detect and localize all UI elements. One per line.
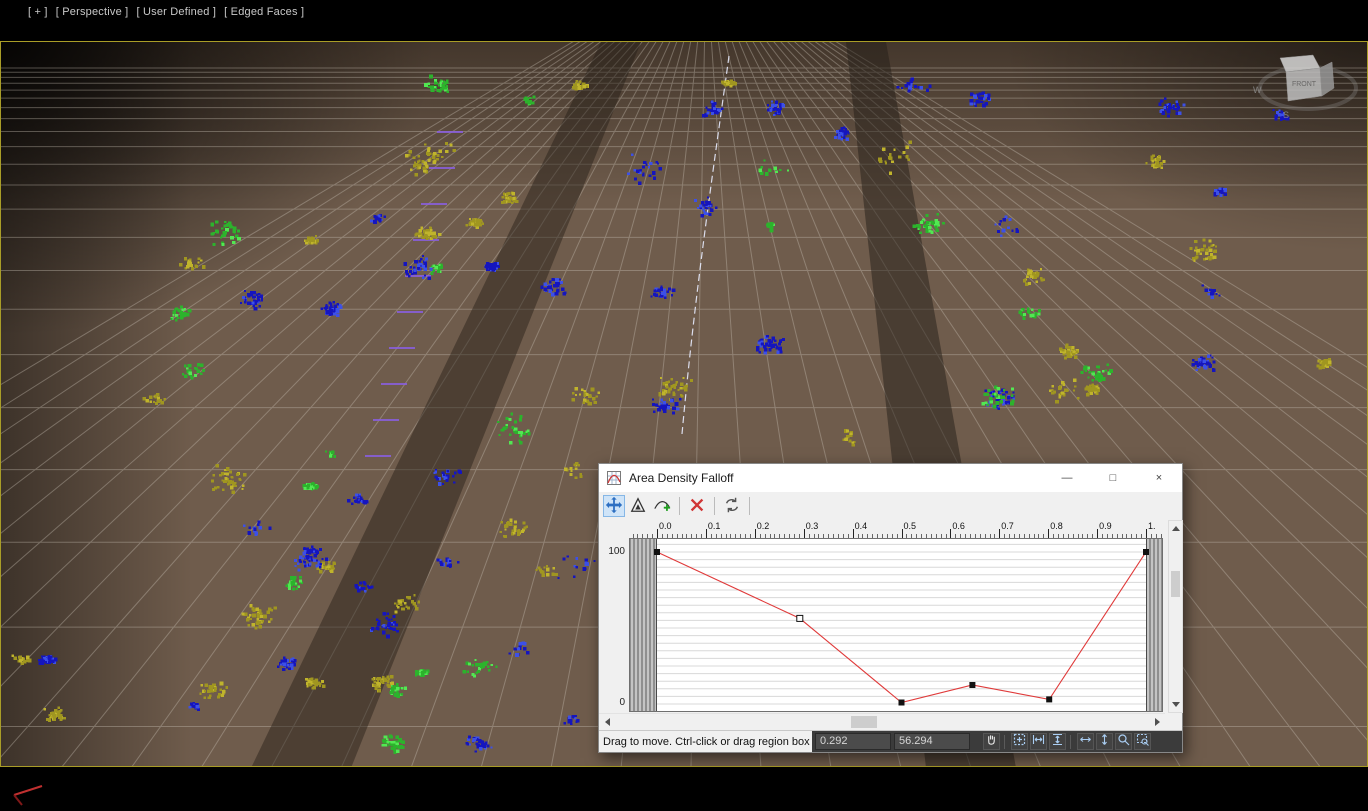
delete-point-button[interactable] <box>686 495 708 517</box>
dialog-statusbar: Drag to move. Ctrl-click or drag region … <box>599 730 1182 752</box>
curve-point-selected[interactable] <box>797 615 803 621</box>
zoom-region-icon <box>1136 733 1149 751</box>
minimize-button[interactable]: — <box>1044 464 1090 492</box>
ruler-label: 0.3 <box>806 521 819 531</box>
zoom-horizontally-button[interactable] <box>1077 733 1094 750</box>
ruler-label: 0.2 <box>757 521 770 531</box>
zoom-extents-button[interactable] <box>1011 733 1028 750</box>
dialog-icon <box>607 471 621 485</box>
zoom-horizontally-icon <box>1079 733 1092 751</box>
toolbar-separator <box>749 497 750 515</box>
ruler-label: 0.4 <box>855 521 868 531</box>
scroll-right-icon[interactable] <box>1149 714 1165 729</box>
vertical-scrollbar[interactable] <box>1168 520 1183 713</box>
toolbar-separator <box>679 497 680 515</box>
ruler-label: 0.6 <box>952 521 965 531</box>
reset-curve-button[interactable] <box>721 495 743 517</box>
world-axis-icon <box>8 769 68 809</box>
zoom-icon <box>1117 733 1130 751</box>
ruler-label: 0.9 <box>1099 521 1112 531</box>
curve-point[interactable] <box>970 683 975 688</box>
status-prompt: Drag to move. Ctrl-click or drag region … <box>603 731 811 754</box>
viewport-menu-lighting[interactable]: [ User Defined ] <box>136 6 216 18</box>
insert-point-button[interactable] <box>651 495 673 517</box>
curve-point[interactable] <box>899 700 904 705</box>
falloff-curve[interactable] <box>629 538 1163 712</box>
zoom-vertically-icon <box>1098 733 1111 751</box>
curve-point[interactable] <box>1144 550 1149 555</box>
pan-button[interactable] <box>983 733 1000 750</box>
viewcube[interactable]: FRONT W S <box>1253 55 1356 120</box>
delete-point-icon <box>688 496 706 517</box>
move-icon <box>605 496 623 517</box>
ruler-label: 1. <box>1148 521 1156 531</box>
ruler: 0.0 0.1 0.2 0.3 0.4 0.5 0.6 0.7 0.8 0.9 1. <box>629 520 1163 538</box>
vertical-scroll-thumb[interactable] <box>1171 571 1180 597</box>
maximize-button[interactable]: □ <box>1090 464 1136 492</box>
scroll-left-icon[interactable] <box>599 714 615 729</box>
scale-icon <box>629 496 647 517</box>
zoom-vertical-extents-button[interactable] <box>1049 733 1066 750</box>
insert-point-icon <box>653 496 671 517</box>
pan-hand-icon <box>985 733 998 751</box>
ruler-label: 0.8 <box>1050 521 1063 531</box>
viewport-menu-general[interactable]: [ + ] <box>28 6 48 18</box>
zoom-region-button[interactable] <box>1134 733 1151 750</box>
dialog-title: Area Density Falloff <box>629 471 734 485</box>
zoom-horizontal-extents-button[interactable] <box>1030 733 1047 750</box>
horizontal-scrollbar[interactable] <box>599 713 1165 730</box>
scroll-down-icon[interactable] <box>1169 697 1182 712</box>
move-button[interactable] <box>603 495 625 517</box>
y-axis-min-label: 0 <box>601 697 625 708</box>
horizontal-scroll-thumb[interactable] <box>851 716 877 728</box>
curve-point[interactable] <box>1047 697 1052 702</box>
zoom-vertical-extents-icon <box>1051 733 1064 751</box>
ruler-label: 0.7 <box>1001 521 1014 531</box>
viewcube-south-label: S <box>1283 110 1289 120</box>
curve-toolbar <box>599 492 1182 520</box>
y-axis-max-label: 100 <box>601 546 625 557</box>
viewport-label-bar: [ + ] [ Perspective ] [ User Defined ] [… <box>28 6 309 18</box>
x-value-field[interactable]: 0.292 <box>815 733 891 750</box>
viewcube-front-label: FRONT <box>1292 81 1317 88</box>
viewcube-side-face[interactable] <box>1320 62 1334 96</box>
ruler-label: 0.1 <box>708 521 721 531</box>
dialog-titlebar[interactable]: Area Density Falloff — □ × <box>599 464 1182 493</box>
zoom-horizontal-extents-icon <box>1032 733 1045 751</box>
curve-point[interactable] <box>655 550 660 555</box>
toolbar-separator <box>714 497 715 515</box>
viewport-menu-pov[interactable]: [ Perspective ] <box>56 6 129 18</box>
viewcube-west-label: W <box>1253 85 1262 95</box>
zoom-vertically-button[interactable] <box>1096 733 1113 750</box>
scale-button[interactable] <box>627 495 649 517</box>
reset-curve-icon <box>723 496 741 517</box>
viewport-menu-shading[interactable]: [ Edged Faces ] <box>224 6 304 18</box>
zoom-extents-icon <box>1013 733 1026 751</box>
ruler-label: 0.0 <box>659 521 672 531</box>
curve-area[interactable] <box>629 538 1163 712</box>
zoom-button[interactable] <box>1115 733 1132 750</box>
close-button[interactable]: × <box>1136 464 1182 492</box>
area-density-falloff-window: Area Density Falloff — □ × <box>598 463 1183 753</box>
scroll-up-icon[interactable] <box>1169 521 1182 536</box>
y-value-field[interactable]: 56.294 <box>894 733 970 750</box>
status-tools-panel: 0.292 56.294 <box>812 731 1182 752</box>
ruler-label: 0.5 <box>904 521 917 531</box>
